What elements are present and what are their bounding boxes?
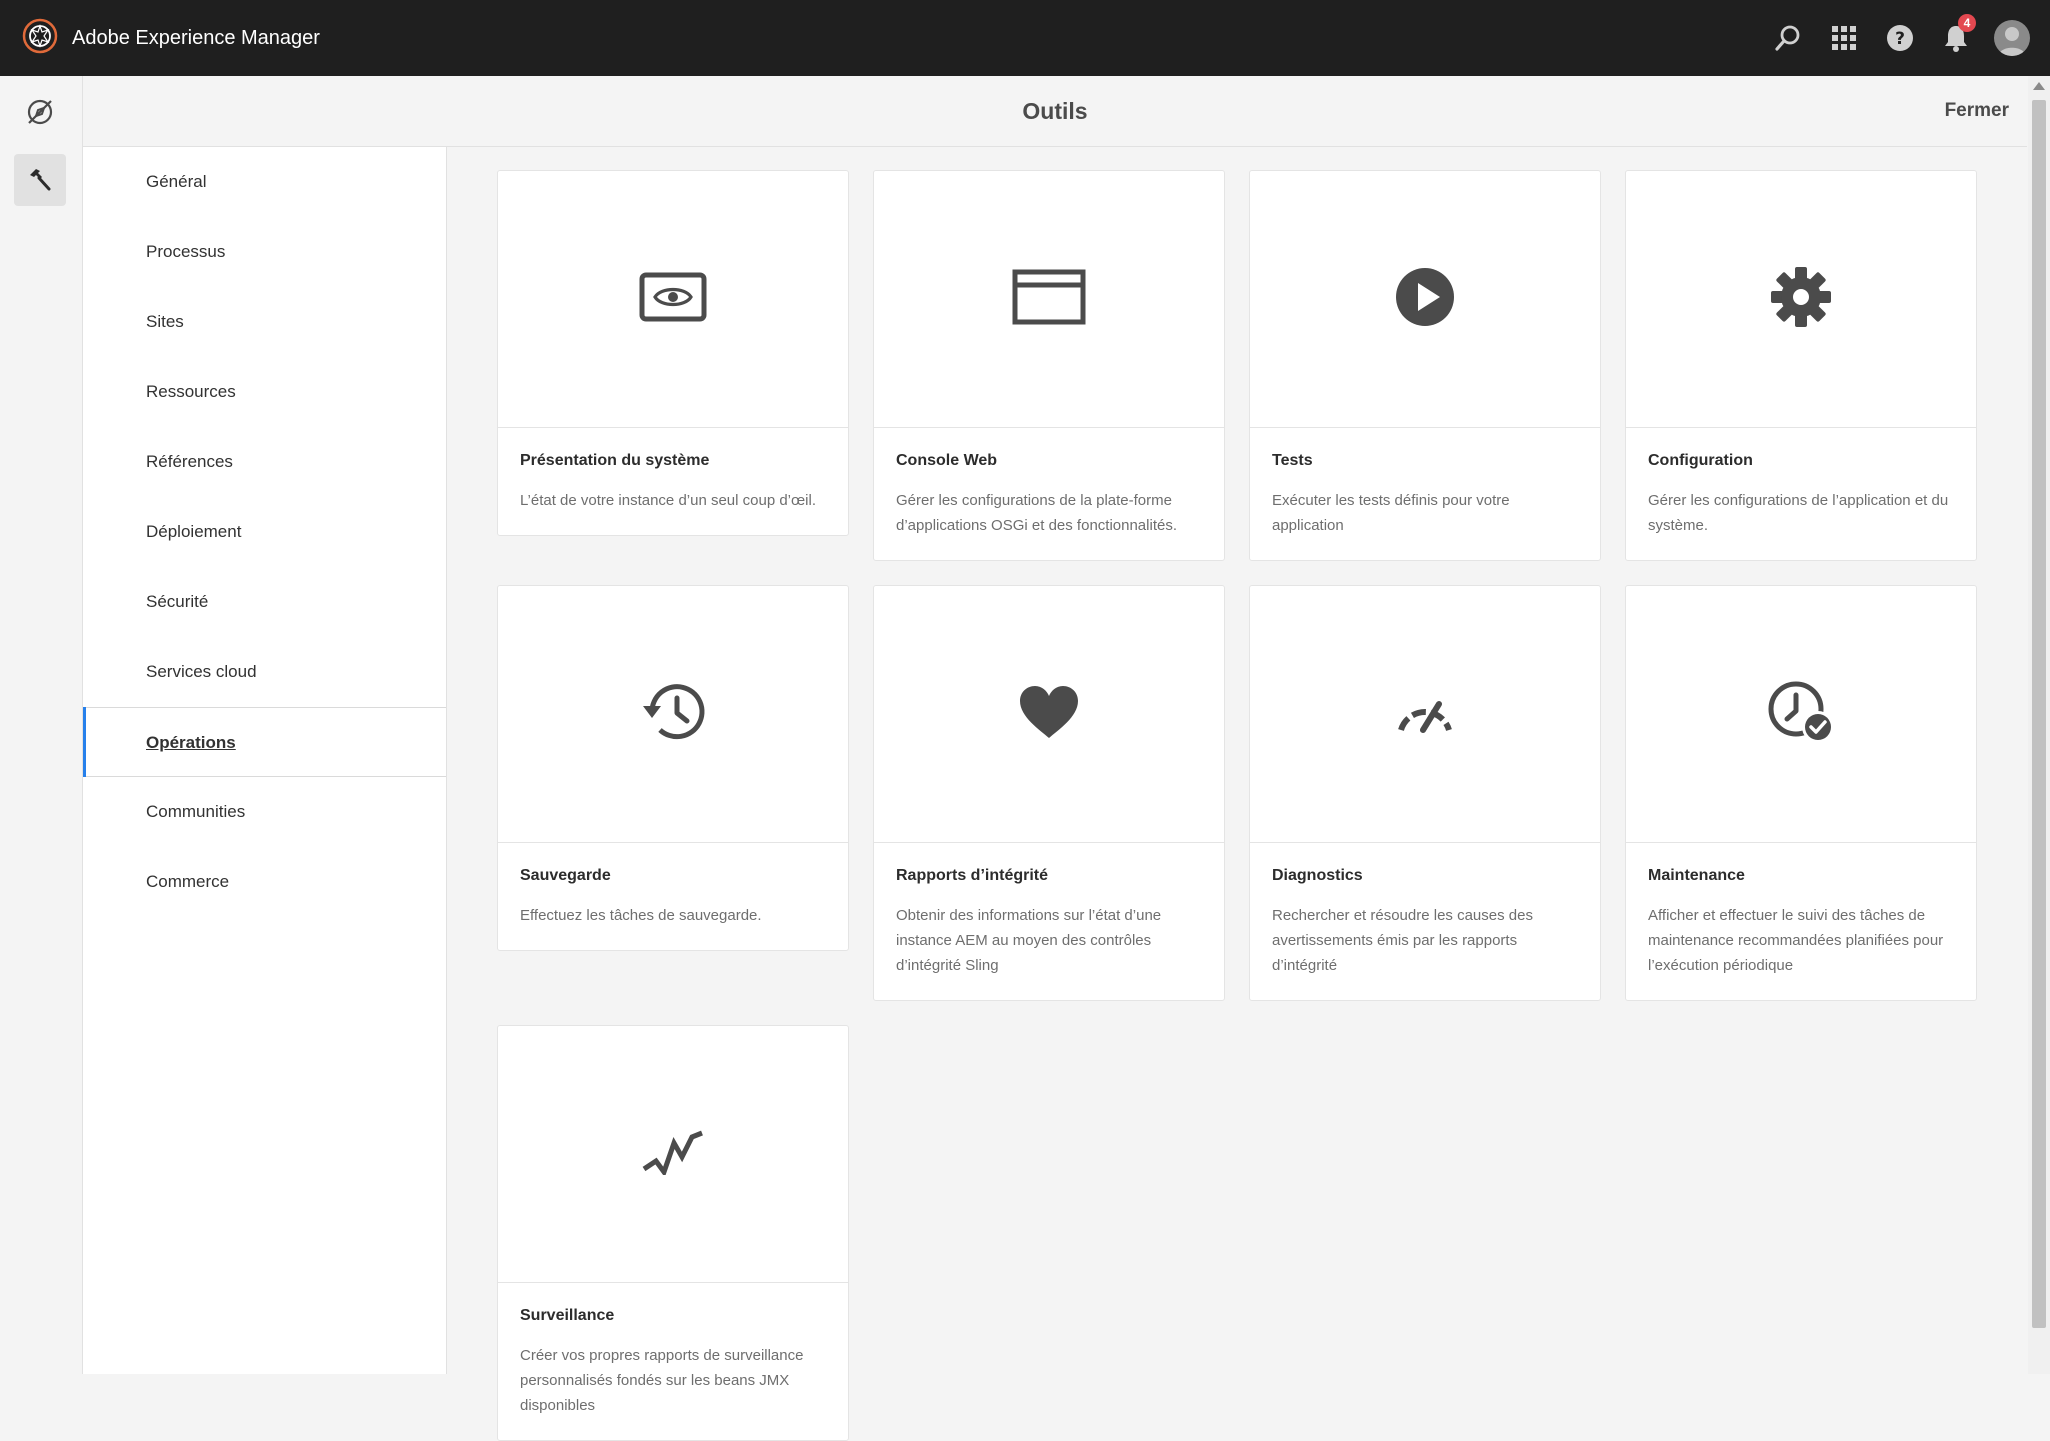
- card-description: Afficher et effectuer le suivi des tâche…: [1648, 907, 1944, 974]
- category-item-references[interactable]: Références: [83, 427, 446, 497]
- left-rail: [0, 76, 83, 1374]
- pulse-icon: [642, 1129, 704, 1180]
- apps-grid-icon[interactable]: [1828, 22, 1860, 54]
- web-console-icon: [1012, 269, 1086, 330]
- card-thumbnail: [1626, 586, 1976, 843]
- close-button[interactable]: Fermer: [1945, 76, 2009, 146]
- card-thumbnail: [498, 171, 848, 428]
- category-item-commerce[interactable]: Commerce: [83, 847, 446, 917]
- category-item-services-cloud[interactable]: Services cloud: [83, 637, 446, 707]
- system-overview-icon: [639, 272, 707, 327]
- card-description: L’état de votre instance d’un seul coup …: [520, 492, 817, 509]
- clock-check-icon: [1767, 680, 1835, 749]
- card-title: Diagnostics: [1272, 867, 1363, 884]
- card-description: Créer vos propres rapports de surveillan…: [520, 1347, 804, 1414]
- tools-card-grid: Présentation du système L’état de votre …: [497, 170, 1977, 1441]
- brand[interactable]: Adobe Experience Manager: [22, 18, 320, 59]
- card-description: Obtenir des informations sur l’état d’un…: [896, 907, 1162, 974]
- card-thumbnail: [874, 586, 1224, 843]
- category-item-securite[interactable]: Sécurité: [83, 567, 446, 637]
- play-icon: [1394, 266, 1456, 333]
- notifications-bell-icon[interactable]: 4: [1940, 14, 1976, 54]
- app-title: Adobe Experience Manager: [72, 26, 320, 49]
- gauge-icon: [1393, 690, 1457, 739]
- user-avatar[interactable]: [1994, 20, 2030, 56]
- card-thumbnail: [1626, 171, 1976, 428]
- category-nav: Général Processus Sites Ressources Référ…: [83, 147, 447, 1374]
- heart-icon: [1018, 684, 1080, 745]
- category-item-communities[interactable]: Communities: [83, 777, 446, 847]
- page-header: Outils Fermer: [83, 76, 2027, 147]
- top-actions: ? 4: [1748, 0, 2050, 76]
- category-item-ressources[interactable]: Ressources: [83, 357, 446, 427]
- tools-hammer-icon[interactable]: [14, 154, 66, 206]
- scroll-thumb[interactable]: [2032, 100, 2046, 1328]
- card-thumbnail: [874, 171, 1224, 428]
- navigation-toggle-icon[interactable]: [14, 86, 66, 138]
- card-health-reports[interactable]: Rapports d’intégrité Obtenir des informa…: [873, 585, 1225, 1001]
- svg-text:?: ?: [1895, 29, 1905, 49]
- top-bar: Adobe Experience Manager ? 4: [0, 0, 2050, 76]
- card-title: Rapports d’intégrité: [896, 867, 1049, 884]
- card-maintenance[interactable]: Maintenance Afficher et effectuer le sui…: [1625, 585, 1977, 1001]
- category-item-general[interactable]: Général: [83, 147, 446, 217]
- card-system-overview[interactable]: Présentation du système L’état de votre …: [497, 170, 849, 536]
- category-item-processus[interactable]: Processus: [83, 217, 446, 287]
- card-description: Rechercher et résoudre les causes des av…: [1272, 907, 1533, 974]
- page-scrollbar[interactable]: [2028, 76, 2050, 1374]
- card-web-console[interactable]: Console Web Gérer les configurations de …: [873, 170, 1225, 561]
- card-monitoring[interactable]: Surveillance Créer vos propres rapports …: [497, 1025, 849, 1441]
- history-icon: [640, 681, 706, 748]
- card-title: Tests: [1272, 452, 1313, 469]
- gear-icon: [1770, 266, 1832, 333]
- card-thumbnail: [498, 1026, 848, 1283]
- card-title: Console Web: [896, 452, 998, 469]
- page-title: Outils: [1022, 98, 1088, 124]
- category-item-deploiement[interactable]: Déploiement: [83, 497, 446, 567]
- card-title: Sauvegarde: [520, 867, 611, 884]
- scroll-up-arrow-icon[interactable]: [2033, 82, 2045, 90]
- search-icon[interactable]: [1772, 22, 1804, 54]
- card-thumbnail: [1250, 586, 1600, 843]
- card-description: Gérer les configurations de la plate-for…: [896, 492, 1177, 534]
- category-item-operations[interactable]: Opérations: [83, 707, 446, 777]
- card-backup[interactable]: Sauvegarde Effectuez les tâches de sauve…: [497, 585, 849, 951]
- card-description: Exécuter les tests définis pour votre ap…: [1272, 492, 1510, 534]
- card-tests[interactable]: Tests Exécuter les tests définis pour vo…: [1249, 170, 1601, 561]
- card-title: Surveillance: [520, 1307, 615, 1324]
- card-thumbnail: [1250, 171, 1600, 428]
- help-icon[interactable]: ?: [1884, 22, 1916, 54]
- card-thumbnail: [498, 586, 848, 843]
- card-diagnostics[interactable]: Diagnostics Rechercher et résoudre les c…: [1249, 585, 1601, 1001]
- card-title: Configuration: [1648, 452, 1753, 469]
- card-configuration[interactable]: Configuration Gérer les configurations d…: [1625, 170, 1977, 561]
- notification-badge: 4: [1958, 14, 1976, 32]
- category-item-sites[interactable]: Sites: [83, 287, 446, 357]
- card-description: Gérer les configurations de l’applicatio…: [1648, 492, 1949, 534]
- card-description: Effectuez les tâches de sauvegarde.: [520, 907, 762, 924]
- card-title: Maintenance: [1648, 867, 1745, 884]
- card-title: Présentation du système: [520, 452, 710, 469]
- aem-logo-icon: [22, 18, 58, 59]
